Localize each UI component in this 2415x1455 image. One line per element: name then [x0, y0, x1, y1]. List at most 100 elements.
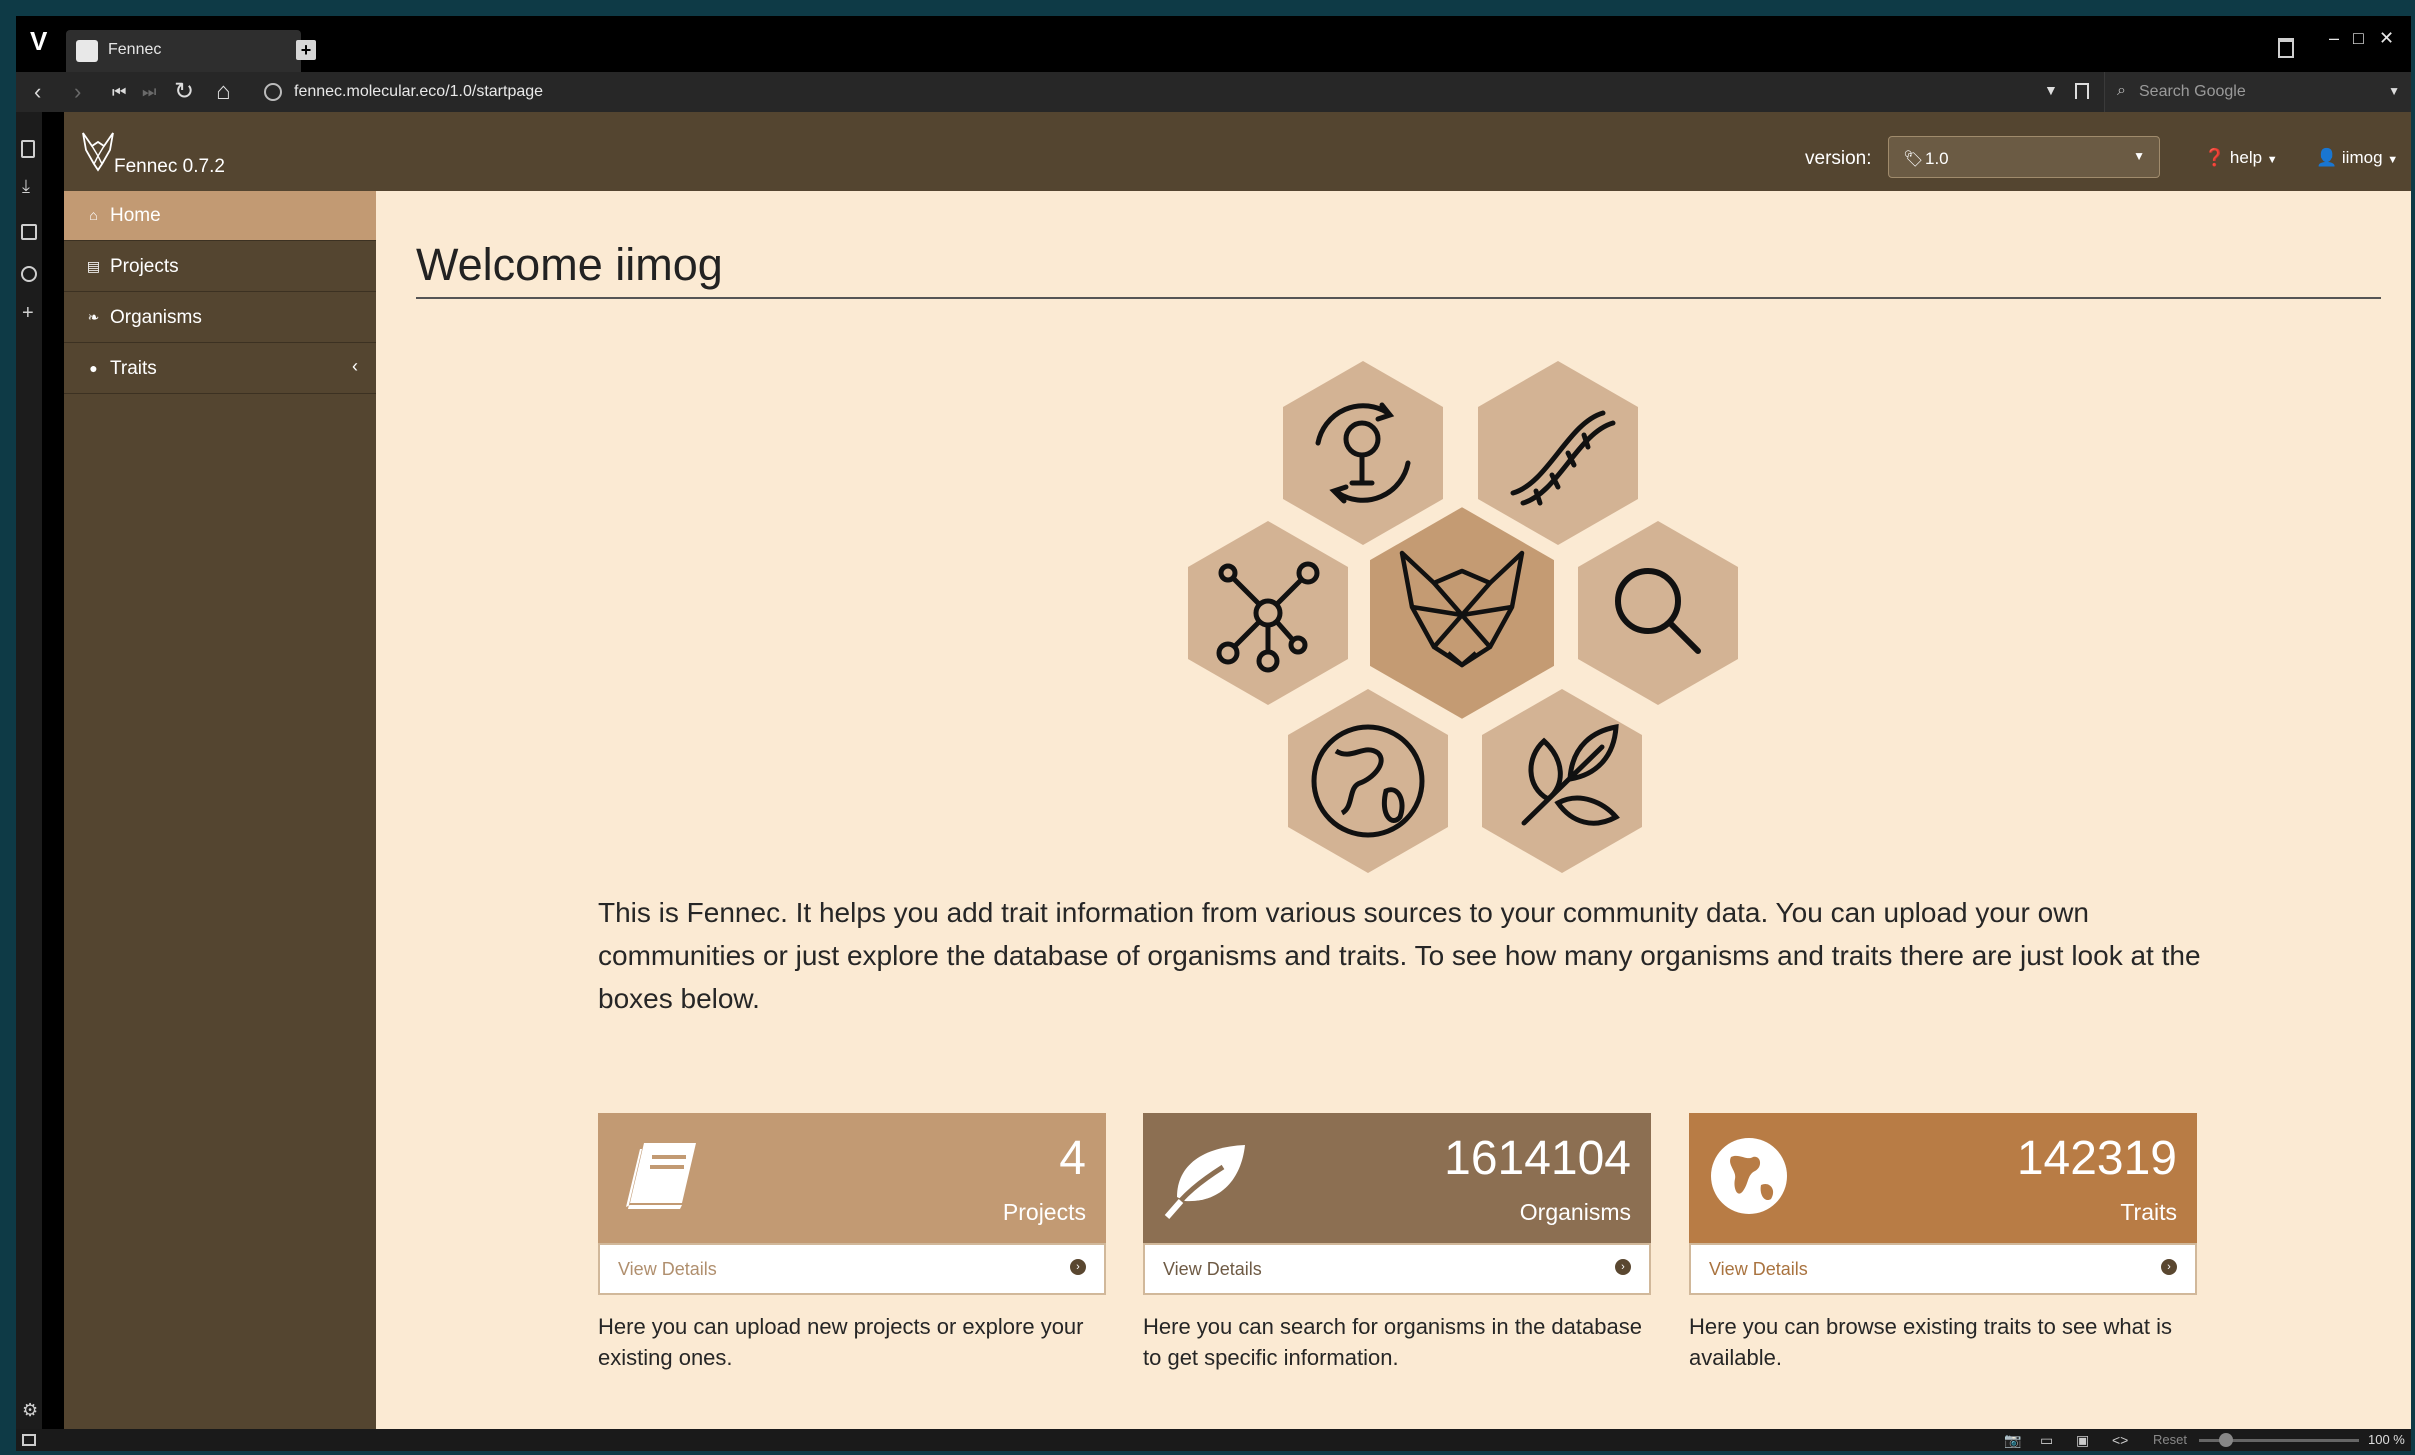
- projects-description: Here you can upload new projects or expl…: [598, 1314, 1084, 1370]
- zoom-level: 100 %: [2368, 1432, 2405, 1447]
- vivaldi-menu-icon[interactable]: V: [30, 26, 47, 57]
- sidebar-item-projects[interactable]: ▤ Projects: [64, 242, 376, 292]
- tab-title: Fennec: [108, 41, 162, 58]
- projects-panel: 4 Projects View Details ›: [598, 1113, 1106, 1297]
- main-content: Welcome iimog This is Fennec. It helps y…: [376, 191, 2411, 1429]
- forward-icon[interactable]: ›: [74, 78, 81, 106]
- view-details-label: View Details: [1163, 1259, 1262, 1279]
- traits-count: 142319: [2016, 1132, 2177, 1185]
- zoom-reset-button[interactable]: Reset: [2153, 1432, 2187, 1447]
- window-icon[interactable]: ▭: [2040, 1432, 2053, 1449]
- caret-down-icon: ▼: [2387, 154, 2399, 166]
- view-details-label: View Details: [1709, 1259, 1808, 1279]
- projects-panel-header: 4 Projects: [598, 1113, 1106, 1243]
- traits-description: Here you can browse existing traits to s…: [1689, 1314, 2173, 1370]
- organisms-panel: 1614104 Organisms View Details ›: [1143, 1113, 1651, 1297]
- add-panel-icon[interactable]: +: [22, 302, 34, 325]
- traits-view-details-link[interactable]: View Details ›: [1689, 1243, 2197, 1295]
- question-icon: ❓: [2204, 148, 2226, 167]
- url-dropdown-icon[interactable]: ▼: [2044, 82, 2058, 98]
- code-icon[interactable]: <>: [2112, 1432, 2128, 1448]
- version-label: version:: [1805, 148, 1872, 169]
- search-box[interactable]: ⌕ Search Google ▼: [2104, 72, 2411, 112]
- home-icon[interactable]: ⌂: [216, 78, 231, 106]
- rewind-icon[interactable]: ⏮: [112, 79, 126, 107]
- new-tab-button[interactable]: +: [296, 40, 316, 60]
- intro-text: This is Fennec. It helps you add trait i…: [598, 897, 2201, 1014]
- zoom-slider[interactable]: [2199, 1433, 2359, 1447]
- search-dropdown-icon[interactable]: ▼: [2388, 84, 2400, 98]
- settings-icon[interactable]: ⚙: [22, 1400, 38, 1421]
- arrow-circle-right-icon: ›: [2161, 1259, 2177, 1275]
- sidebar-item-traits[interactable]: ● Traits ‹: [64, 344, 376, 394]
- sidebar-item-label: Projects: [110, 256, 179, 277]
- reload-icon[interactable]: ↻: [174, 78, 194, 106]
- top-navbar: Fennec 0.7.2 version: 🏷 1.0 ▼ ❓ help ▼ 👤…: [64, 112, 2411, 191]
- tab-bar: V Fennec + – □ ✕: [16, 16, 2411, 72]
- fennec-favicon-icon: [76, 40, 98, 62]
- downloads-panel-icon[interactable]: ⤓: [22, 176, 30, 197]
- back-icon[interactable]: ‹: [34, 78, 41, 106]
- maximize-icon[interactable]: □: [2353, 28, 2364, 49]
- bookmarks-panel-icon[interactable]: [21, 140, 35, 158]
- zoom-slider-handle[interactable]: [2219, 1433, 2233, 1447]
- arrow-circle-right-icon: ›: [1615, 1259, 1631, 1275]
- bookmark-icon[interactable]: [2075, 83, 2089, 99]
- book-icon: ▤: [86, 258, 101, 274]
- minimize-icon[interactable]: –: [2329, 28, 2339, 49]
- organisms-panel-header: 1614104 Organisms: [1143, 1113, 1651, 1243]
- site-info-icon[interactable]: [264, 83, 282, 101]
- hex-fennec-icon: [1370, 507, 1554, 719]
- hex-globe-icon: [1288, 689, 1448, 873]
- organisms-description: Here you can search for organisms in the…: [1143, 1314, 1642, 1370]
- traits-label: Traits: [2120, 1199, 2177, 1225]
- tag-icon: 🏷: [1903, 151, 1924, 168]
- user-menu-button[interactable]: 👤 iimog ▼: [2316, 148, 2398, 168]
- notes-panel-icon[interactable]: [21, 224, 37, 240]
- brand-name[interactable]: Fennec 0.7.2: [114, 156, 225, 178]
- projects-view-details-link[interactable]: View Details ›: [598, 1243, 1106, 1295]
- user-label: iimog: [2341, 148, 2383, 167]
- leaf-icon: [1164, 1145, 1245, 1219]
- leaf-icon: ❧: [87, 309, 100, 325]
- address-bar: ‹ › ⏮ ⏭ ↻ ⌂ fennec.molecular.eco/1.0/sta…: [16, 72, 2411, 112]
- organisms-count: 1614104: [1444, 1132, 1631, 1185]
- version-select[interactable]: 🏷 1.0 ▼: [1888, 136, 2160, 178]
- sidebar-item-label: Home: [110, 205, 161, 226]
- image-icon[interactable]: ▣: [2076, 1432, 2089, 1449]
- fennec-logo-icon: [82, 132, 114, 172]
- browser-window: V Fennec + – □ ✕ ‹ › ⏮ ⏭ ↻ ⌂ fennec.mole…: [16, 16, 2411, 1451]
- hex-dna-icon: [1478, 361, 1638, 545]
- panel-toggle-icon[interactable]: [22, 1434, 36, 1446]
- history-panel-icon[interactable]: [21, 266, 37, 282]
- fast-forward-icon[interactable]: ⏭: [142, 79, 156, 107]
- camera-icon[interactable]: 📷: [2004, 1432, 2021, 1449]
- globe-icon: ●: [89, 360, 98, 376]
- caret-down-icon: ▼: [2133, 149, 2145, 163]
- home-icon: ⌂: [89, 207, 98, 223]
- status-bar: 📷 ▭ ▣ <> Reset 100 %: [16, 1429, 2411, 1451]
- version-value: 1.0: [1925, 149, 1949, 168]
- search-placeholder: Search Google: [2139, 83, 2246, 100]
- sidebar-item-organisms[interactable]: ❧ Organisms: [64, 293, 376, 343]
- tab-fennec[interactable]: Fennec: [66, 30, 301, 72]
- sidebar-item-label: Traits: [110, 358, 157, 379]
- web-page: Fennec 0.7.2 version: 🏷 1.0 ▼ ❓ help ▼ 👤…: [64, 112, 2411, 1429]
- url-field[interactable]: fennec.molecular.eco/1.0/startpage: [294, 83, 543, 101]
- chevron-left-icon[interactable]: ‹: [352, 356, 358, 377]
- sidebar-item-home[interactable]: ⌂ Home: [64, 191, 376, 241]
- projects-label: Projects: [1002, 1199, 1086, 1225]
- help-label: help: [2229, 148, 2263, 167]
- sidebar-item-label: Organisms: [110, 307, 202, 328]
- hex-search-icon: [1578, 521, 1738, 705]
- fennec-hex-illustration: [1188, 361, 1738, 873]
- hex-plant-icon: [1482, 689, 1642, 873]
- hex-network-icon: [1188, 521, 1348, 705]
- globe-icon: [1711, 1138, 1787, 1214]
- search-icon: ⌕: [2117, 82, 2126, 99]
- sidebar: ⌂ Home ▤ Projects ❧ Organisms ● Traits ‹: [64, 191, 376, 1429]
- organisms-view-details-link[interactable]: View Details ›: [1143, 1243, 1651, 1295]
- trash-icon[interactable]: [2278, 38, 2294, 58]
- close-icon[interactable]: ✕: [2379, 28, 2394, 49]
- help-menu-button[interactable]: ❓ help ▼: [2204, 148, 2278, 168]
